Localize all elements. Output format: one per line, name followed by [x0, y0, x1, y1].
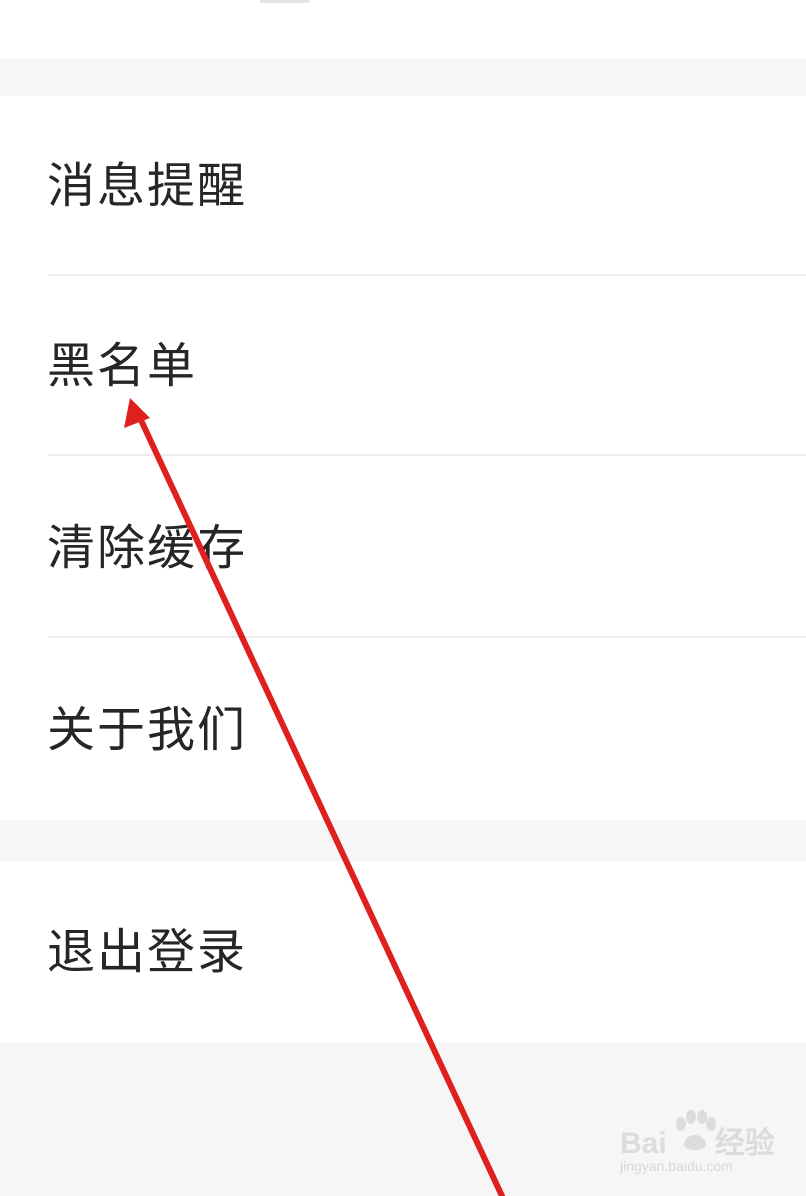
logout-label: 退出登录: [47, 924, 248, 980]
settings-item-clear-cache[interactable]: 清除缓存: [0, 458, 806, 638]
settings-item-label: 消息提醒: [47, 158, 248, 214]
settings-item-label: 清除缓存: [47, 520, 248, 576]
logout-button[interactable]: 退出登录: [0, 862, 806, 1042]
settings-item-label: 关于我们: [47, 702, 248, 758]
top-edge-mark: [260, 0, 310, 3]
settings-list: 消息提醒 黑名单 清除缓存 关于我们: [0, 96, 806, 820]
settings-item-blacklist[interactable]: 黑名单: [0, 276, 806, 456]
divider: [48, 454, 806, 456]
settings-item-label: 黑名单: [47, 338, 198, 394]
paw-icon: [676, 1110, 716, 1150]
settings-item-notifications[interactable]: 消息提醒: [0, 96, 806, 276]
watermark-url: jingyan.baidu.com: [620, 1158, 733, 1174]
baidu-jingyan-watermark: Bai 经验 jingyan.baidu.com: [620, 1108, 775, 1178]
header-area: [0, 0, 806, 58]
settings-item-about-us[interactable]: 关于我们: [0, 640, 806, 820]
settings-screen: 消息提醒 黑名单 清除缓存 关于我们 退出登录 Bai 经验 jingyan.b…: [0, 0, 806, 1196]
logout-section: 退出登录: [0, 862, 806, 1042]
divider: [48, 636, 806, 638]
